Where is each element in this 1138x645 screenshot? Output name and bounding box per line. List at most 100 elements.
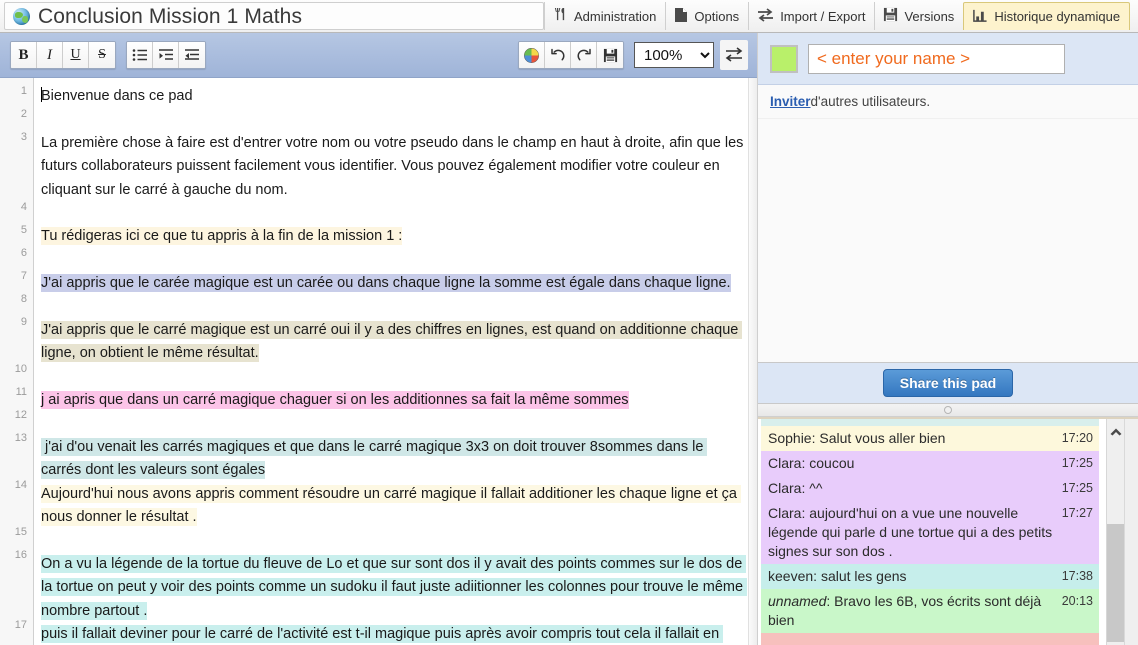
chat-username: léa	[768, 419, 787, 421]
chat-message-list[interactable]: léa: salut17:08Sophie: Salut vous aller …	[761, 419, 1099, 645]
pad-line[interactable]: j'ai d'ou venait les carrés magiques et …	[41, 436, 747, 483]
connected-users-list	[758, 119, 1138, 363]
color-wheel-icon	[524, 47, 539, 63]
chat-scroll-up-button[interactable]	[1107, 423, 1125, 439]
author-colors-button[interactable]	[519, 42, 545, 68]
pad-line[interactable]: On a vu la légende de la tortue du fleuv…	[41, 553, 748, 623]
line-number: 15	[14, 526, 27, 538]
menu-item-import-export[interactable]: Import / Export	[748, 2, 874, 30]
exchange-icon	[757, 7, 774, 26]
line-number: 8	[20, 293, 27, 305]
resize-dot-icon	[944, 406, 952, 414]
chat-text: aujourd'hui on a vue une nouvelle légend…	[768, 505, 1053, 559]
line-number: 1	[20, 85, 27, 97]
chat-timestamp: 20:13	[1061, 594, 1093, 608]
toggle-side-panel-button[interactable]	[720, 40, 748, 70]
tools-icon	[553, 7, 568, 25]
chat-username: keeven	[768, 568, 814, 584]
line-number: 5	[20, 224, 27, 236]
timeline-icon	[972, 8, 988, 26]
menu-item-historique-dynamique[interactable]: Historique dynamique	[963, 2, 1131, 30]
pad-line[interactable]	[41, 296, 747, 319]
pad-line-text: J'ai appris que le carée magique est un …	[41, 274, 731, 293]
panel-splitter[interactable]	[748, 78, 757, 645]
save-revision-button[interactable]	[597, 42, 623, 68]
underline-glyph: U	[70, 47, 81, 62]
list-button-group	[126, 41, 206, 69]
chat-text: ^^	[809, 480, 823, 496]
redo-button[interactable]	[571, 42, 597, 68]
menu-item-versions[interactable]: Versions	[874, 2, 963, 30]
invite-text: d'autres utilisateurs.	[810, 94, 931, 109]
chevron-up-icon	[1110, 428, 1122, 435]
chat-username: Sophie	[768, 430, 812, 446]
pad-line[interactable]	[41, 249, 747, 272]
pad-title-box[interactable]: Conclusion Mission 1 Maths	[4, 2, 544, 30]
indent-button[interactable]	[153, 42, 179, 68]
chat-text: salut les gens	[820, 568, 907, 584]
chat-panel-edge	[1124, 419, 1138, 645]
chat-timestamp: 17:08	[1062, 419, 1093, 423]
line-number: 4	[20, 201, 27, 213]
floppy-icon	[603, 48, 617, 62]
menu-item-options[interactable]: Options	[665, 2, 748, 30]
chat-scrollbar[interactable]	[1106, 419, 1125, 645]
outdent-button[interactable]	[179, 42, 205, 68]
save-icon	[883, 7, 898, 25]
pad-line[interactable]	[41, 202, 747, 225]
chat-resize-handle[interactable]	[758, 404, 1138, 417]
chat-message: léa: salut17:08	[761, 419, 1099, 426]
pad-line[interactable]	[41, 108, 747, 131]
user-name-input[interactable]: < enter your name >	[808, 43, 1065, 74]
pad-document[interactable]: Bienvenue dans ce pad La première chose à…	[34, 78, 757, 645]
chat-message: Clara: aujourd'hui on a vue une nouvelle…	[761, 501, 1099, 564]
pad-line[interactable]: Bienvenue dans ce pad	[41, 85, 747, 108]
chat-username: unnamed	[768, 593, 827, 609]
menu-item-administration[interactable]: Administration	[544, 2, 665, 30]
pad-line-text: j ai apris que dans un carré magique cha…	[41, 391, 629, 410]
bullet-list-button[interactable]	[127, 42, 153, 68]
underline-button[interactable]: U	[63, 42, 89, 68]
pad-line[interactable]: j ai apris que dans un carré magique cha…	[41, 389, 747, 412]
pad-editor[interactable]: 1 2 3 4 5 6 7 8 9 10 11 12 13 14 15 16 17 Bienvenue dans…	[0, 78, 757, 645]
line-number: 2	[20, 108, 27, 120]
pad-line[interactable]: La première chose à faire est d'entrer v…	[41, 132, 747, 202]
line-number: 17	[14, 619, 27, 631]
line-number: 7	[20, 270, 27, 282]
line-number: 6	[20, 247, 27, 259]
bold-button[interactable]: B	[11, 42, 37, 68]
invite-link[interactable]: Inviter	[770, 94, 811, 109]
pad-line[interactable]	[41, 366, 747, 389]
chat-timestamp: 17:20	[1061, 431, 1093, 445]
share-this-pad-button[interactable]: Share this pad	[882, 369, 1014, 397]
pad-line[interactable]: J'ai appris que le carée magique est un …	[41, 272, 747, 295]
zoom-select[interactable]: 100%	[634, 42, 714, 68]
share-bar: Share this pad	[758, 363, 1138, 404]
chat-text: salut	[794, 419, 824, 421]
user-header: < enter your name >	[758, 33, 1138, 85]
pad-line[interactable]: Tu rédigeras ici ce que tu appris à la f…	[41, 225, 747, 248]
line-number: 9	[20, 316, 27, 328]
line-number: 16	[14, 549, 27, 561]
line-number: 12	[14, 409, 27, 421]
pad-line-text: j'ai d'ou venait les carrés magiques et …	[41, 438, 708, 480]
pad-line[interactable]: J'ai appris que le carré magique est un …	[41, 319, 747, 366]
italic-button[interactable]: I	[37, 42, 63, 68]
swap-panel-icon	[725, 47, 743, 62]
pad-line[interactable]	[41, 413, 747, 436]
line-number: 11	[15, 386, 27, 398]
chat-scrollbar-thumb[interactable]	[1107, 524, 1125, 642]
undo-button[interactable]	[545, 42, 571, 68]
pad-line[interactable]: Aujourd'hui nous avons appris comment ré…	[41, 483, 747, 530]
chat-message	[761, 633, 1099, 645]
pad-line[interactable]	[41, 530, 747, 553]
chat-timestamp: 17:27	[1061, 506, 1093, 520]
top-bar: Conclusion Mission 1 Maths Administratio…	[0, 0, 1138, 33]
author-color-swatch[interactable]	[770, 44, 798, 73]
menu-item-label: Versions	[904, 8, 955, 24]
pad-line-text: puis il fallait deviner pour le carré de…	[41, 625, 724, 645]
pad-line[interactable]: puis il fallait deviner pour le carré de…	[41, 623, 747, 645]
undo-icon	[550, 48, 565, 60]
chat-username: Clara	[768, 505, 802, 521]
strikethrough-button[interactable]: S	[89, 42, 115, 68]
